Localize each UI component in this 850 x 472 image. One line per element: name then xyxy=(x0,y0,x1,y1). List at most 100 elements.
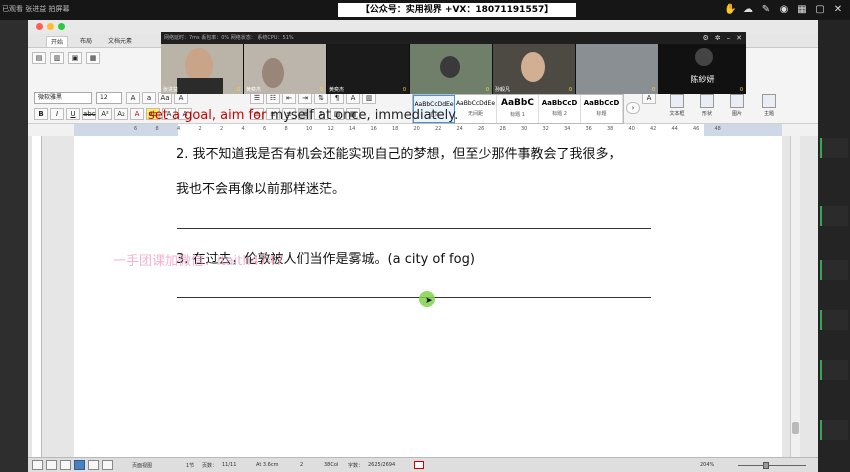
minimize-window-button[interactable] xyxy=(47,23,54,30)
ruler-number: 4 xyxy=(241,126,245,132)
video-tile-6[interactable]: 0 xyxy=(576,44,658,94)
ruler-number: 22 xyxy=(435,126,442,132)
column-value: 38Col xyxy=(324,462,339,468)
close-window-button[interactable] xyxy=(36,23,43,30)
view-publish-button[interactable] xyxy=(60,460,71,470)
session-title: 已观看 张进益 拍屏幕 xyxy=(2,5,70,13)
italic-icon[interactable]: I xyxy=(50,108,64,120)
font-grow-icon[interactable]: A xyxy=(126,92,140,104)
new-doc-icon[interactable]: ▤ xyxy=(32,52,46,64)
view-fullscreen-button[interactable] xyxy=(102,460,113,470)
ruler-number: 46 xyxy=(693,126,700,132)
view-print-layout-button[interactable] xyxy=(74,460,85,470)
eye-icon[interactable]: ◉ xyxy=(778,2,790,18)
close-video-icon[interactable]: ✕ xyxy=(736,32,742,44)
video-tile-teacher[interactable]: 张进益 0 xyxy=(161,44,243,94)
settings-icon[interactable]: ⚙ xyxy=(702,32,708,44)
minimize-icon[interactable]: – xyxy=(727,32,731,44)
ruler-number: 14 xyxy=(349,126,356,132)
font-shrink-icon[interactable]: a xyxy=(142,92,156,104)
tab-layout[interactable]: 布局 xyxy=(76,36,96,47)
zoom-window-button[interactable] xyxy=(58,23,65,30)
font-size-select[interactable]: 12 xyxy=(96,92,122,104)
ruler-number: 42 xyxy=(650,126,657,132)
words-value: 2625/2694 xyxy=(368,462,396,468)
style-title[interactable]: AaBbCcD 标题 xyxy=(581,95,623,123)
open-icon[interactable]: ▥ xyxy=(50,52,64,64)
side-button-2[interactable] xyxy=(820,206,848,226)
top-toolbar: ✋ ☁ ✎ ◉ ▦ ▢ ✕ xyxy=(724,2,850,18)
answer-line-2[interactable] xyxy=(177,228,651,229)
proofing-icon[interactable] xyxy=(414,461,424,469)
video-tile-3[interactable]: 黄奕杰 0 xyxy=(327,44,409,94)
video-tile-4[interactable]: 0 xyxy=(410,44,492,94)
window-icon[interactable]: ▢ xyxy=(814,2,826,18)
view-draft-button[interactable] xyxy=(32,460,43,470)
theme-button[interactable]: 主题 xyxy=(756,94,782,117)
network-status: 网络延时：7ms 丢包率：0% 网络状态： 系统CPU：51% ⚙ ✲ – ✕ xyxy=(161,32,746,44)
save-icon[interactable]: ▣ xyxy=(68,52,82,64)
scroll-thumb[interactable] xyxy=(792,422,799,434)
ruler-number: 8 xyxy=(155,126,159,132)
side-button-1[interactable] xyxy=(820,138,848,158)
cloud-icon[interactable]: ☁ xyxy=(742,2,754,18)
grid-icon[interactable]: ▦ xyxy=(796,2,808,18)
overlay-watermark: 一手团课加微信：itaith4747 xyxy=(113,254,284,269)
word-processor-window: 开始 布局 文档元素 ▤ ▥ ▣ ▦ 微软雅黑 12 A a Aa A B I … xyxy=(28,20,818,472)
left-gutter xyxy=(0,20,28,472)
bold-icon[interactable]: B xyxy=(34,108,48,120)
sentence-2-line-2: 我也不会再像以前那样迷茫。 xyxy=(176,182,346,197)
text-box-icon xyxy=(670,94,684,108)
style-no-spacing[interactable]: AaBbCcDdEe 无间距 xyxy=(455,95,497,123)
ruler-number: 4 xyxy=(177,126,181,132)
video-tile-7[interactable]: 陈紗妍 0 xyxy=(659,44,746,94)
strikethrough-icon[interactable]: abc xyxy=(82,108,96,120)
superscript-icon[interactable]: A² xyxy=(98,108,112,120)
right-side-panel xyxy=(818,20,850,472)
ruler-number: 10 xyxy=(306,126,313,132)
position-value: At 3.6cm xyxy=(256,462,279,468)
side-button-5[interactable] xyxy=(820,360,848,380)
shapes-button[interactable]: 形状 xyxy=(694,94,720,117)
picture-button[interactable]: 图片 xyxy=(724,94,750,117)
top-bar: 已观看 张进益 拍屏幕 【公众号：实用视界 +VX：18071191557】 ✋… xyxy=(0,0,850,20)
mouse-cursor-icon: ➤ xyxy=(425,296,433,306)
ruler-number: 32 xyxy=(542,126,549,132)
subscript-icon[interactable]: A₂ xyxy=(114,108,128,120)
zoom-slider-knob[interactable] xyxy=(763,462,769,469)
answer-line-3[interactable] xyxy=(177,297,651,298)
style-heading-2[interactable]: AaBbCcD 标题 2 xyxy=(539,95,581,123)
side-button-6[interactable] xyxy=(820,420,848,440)
print-icon[interactable]: ▦ xyxy=(86,52,100,64)
style-heading-1[interactable]: AaBbC 标题 1 xyxy=(497,95,539,123)
text-box-button[interactable]: 文本框 xyxy=(664,94,690,117)
view-outline-button[interactable] xyxy=(46,460,57,470)
close-icon[interactable]: ✕ xyxy=(832,2,844,18)
vertical-ruler[interactable] xyxy=(32,136,42,457)
video-tile-5[interactable]: 孙毅凡 0 xyxy=(493,44,575,94)
screen: 已观看 张进益 拍屏幕 【公众号：实用视界 +VX：18071191557】 ✋… xyxy=(0,0,850,472)
tab-document-elements[interactable]: 文档元素 xyxy=(104,36,136,47)
vertical-scrollbar[interactable] xyxy=(790,136,800,457)
watermark-banner: 【公众号：实用视界 +VX：18071191557】 xyxy=(338,3,576,17)
horizontal-ruler[interactable]: 6 8 4 2 2 4 6 8 10 12 14 16 18 20 22 24 26 28 30 32 34 36 38 40… xyxy=(74,124,782,136)
tab-home[interactable]: 开始 xyxy=(46,36,69,47)
font-name-select[interactable]: 微软雅黑 xyxy=(34,92,92,104)
pin-icon[interactable]: ✲ xyxy=(715,32,721,44)
side-button-4[interactable] xyxy=(820,310,848,330)
video-tile-2[interactable]: 黄奕杰 0 xyxy=(244,44,326,94)
ruler-number: 20 xyxy=(413,126,420,132)
ruler-number: 34 xyxy=(564,126,571,132)
underline-icon[interactable]: U xyxy=(66,108,80,120)
side-button-3[interactable] xyxy=(820,260,848,280)
ruler-number: 2 xyxy=(198,126,202,132)
view-notebook-button[interactable] xyxy=(88,460,99,470)
ruler-number: 40 xyxy=(628,126,635,132)
section-label: 1节 xyxy=(186,463,195,469)
zoom-slider[interactable] xyxy=(738,465,806,466)
styles-more-icon[interactable]: › xyxy=(626,102,640,114)
pen-icon[interactable]: ✎ xyxy=(760,2,772,18)
hand-icon[interactable]: ✋ xyxy=(724,2,736,18)
shapes-icon xyxy=(700,94,714,108)
font-color-icon[interactable]: A xyxy=(130,108,144,120)
